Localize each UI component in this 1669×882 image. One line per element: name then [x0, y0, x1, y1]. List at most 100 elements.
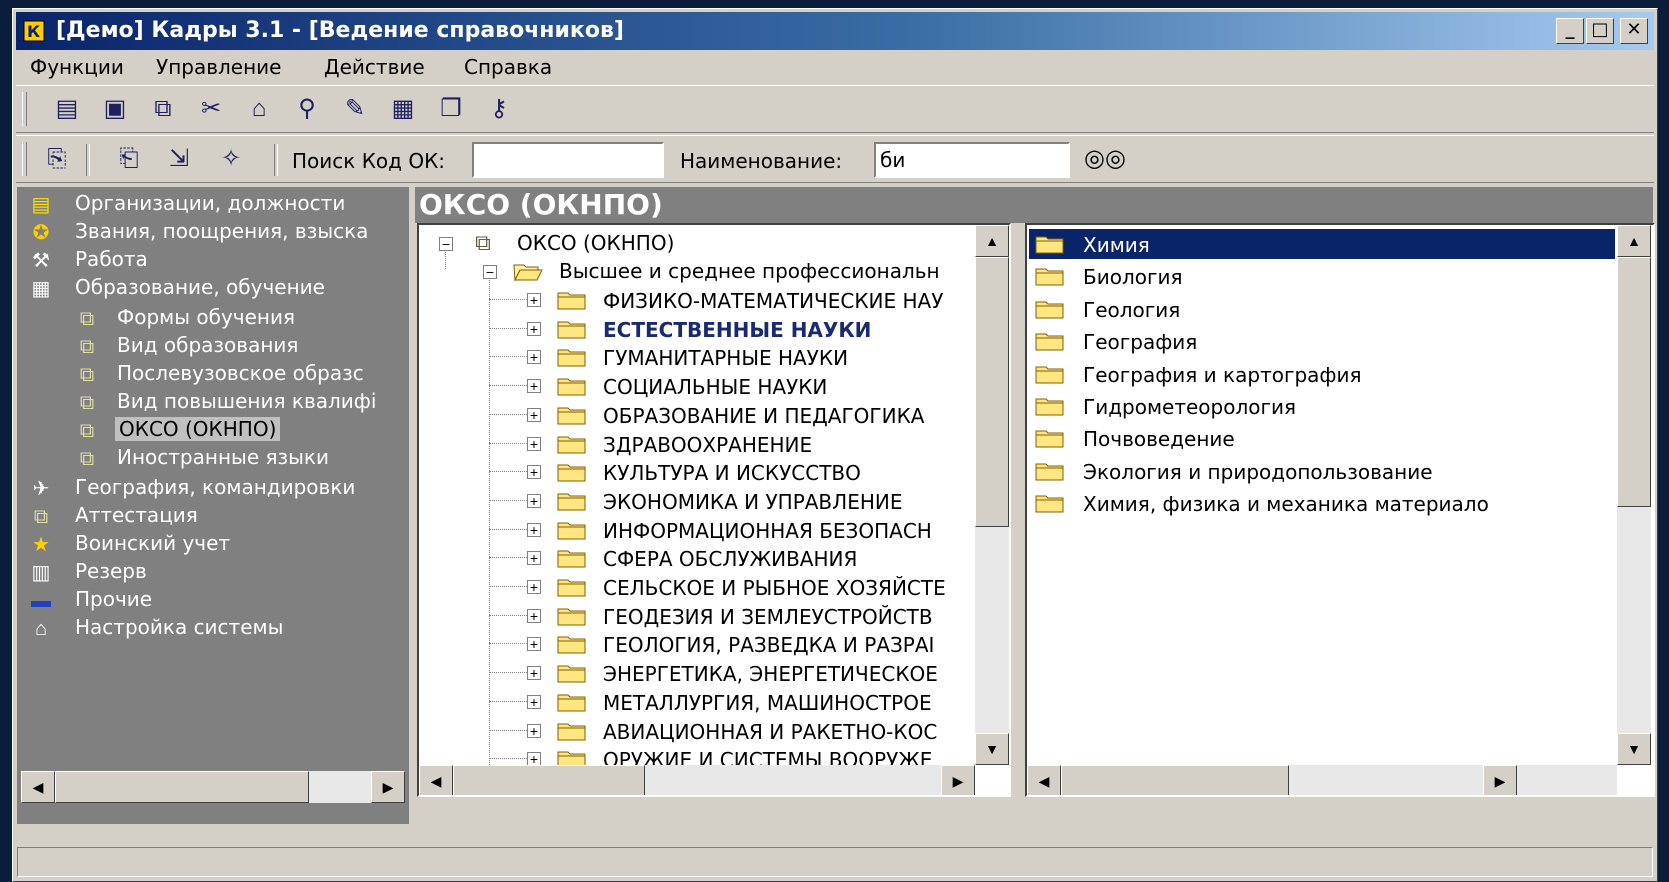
- list-vscrollbar[interactable]: ▲ ▼: [1617, 225, 1651, 765]
- tree-item[interactable]: ГЕОЛОГИЯ, РАЗВЕДКА И РАЗРАІ: [603, 633, 934, 657]
- minimize-button[interactable]: _: [1556, 18, 1584, 44]
- list-item[interactable]: География и картография: [1029, 359, 1615, 389]
- expand-toggle[interactable]: +: [527, 436, 541, 451]
- scroll-down-button[interactable]: ▼: [975, 733, 1009, 765]
- tree-item[interactable]: ГУМАНИТАРНЫЕ НАУКИ: [603, 346, 848, 370]
- tree-root[interactable]: ОКСО (ОКНПО): [517, 231, 674, 255]
- tree-item[interactable]: ЕСТЕСТВЕННЫЕ НАУКИ: [603, 318, 871, 342]
- menu-functions[interactable]: Функции: [30, 55, 124, 79]
- nav-item-work[interactable]: Работа: [75, 247, 148, 271]
- scroll-down-button[interactable]: ▼: [1617, 733, 1651, 765]
- nav-hscrollbar[interactable]: ◀ ▶: [21, 771, 405, 803]
- nav-item-education[interactable]: Образование, обучение: [75, 275, 325, 299]
- import-icon[interactable]: ⇲: [164, 144, 194, 174]
- scroll-left-button[interactable]: ◀: [419, 765, 453, 795]
- nav-item-postgrad[interactable]: Послевузовское образс: [117, 361, 364, 385]
- maximize-button[interactable]: □: [1586, 18, 1614, 44]
- list-item[interactable]: География: [1029, 326, 1615, 356]
- nav-item-okso[interactable]: ОКСО (ОКНПО): [115, 417, 281, 441]
- wand-icon[interactable]: ✧: [216, 144, 246, 174]
- list-icon[interactable]: ▤: [52, 94, 82, 124]
- list-item[interactable]: Гидрометеорология: [1029, 391, 1615, 421]
- list-item[interactable]: Геология: [1029, 294, 1615, 324]
- expand-toggle[interactable]: +: [527, 293, 541, 307]
- scroll-up-button[interactable]: ▲: [975, 225, 1009, 257]
- toolbar-grip-2[interactable]: [22, 142, 27, 176]
- menu-help[interactable]: Справка: [464, 55, 552, 79]
- tree-item[interactable]: МЕТАЛЛУРГИЯ, МАШИНОСТРОЕ: [603, 691, 932, 715]
- list-item[interactable]: Экология и природопользование: [1029, 456, 1615, 486]
- list-hscrollbar[interactable]: ◀ ▶: [1027, 765, 1617, 795]
- expand-toggle[interactable]: +: [527, 379, 541, 394]
- tree-item[interactable]: ЭКОНОМИКА И УПРАВЛЕНИЕ: [603, 490, 902, 514]
- nav-item-languages[interactable]: Иностранные языки: [117, 445, 329, 469]
- search-icon[interactable]: ⚲: [292, 94, 322, 124]
- list-item[interactable]: Химия: [1029, 229, 1615, 259]
- search-code-input[interactable]: [472, 142, 664, 178]
- nav-item-reserve[interactable]: Резерв: [75, 559, 147, 583]
- scroll-thumb[interactable]: [1061, 765, 1289, 795]
- close-button[interactable]: ✕: [1620, 18, 1648, 44]
- nav-item-study-forms[interactable]: Формы обучения: [117, 305, 295, 329]
- book-icon[interactable]: ❐: [436, 94, 466, 124]
- list-item[interactable]: Почвоведение: [1029, 423, 1615, 453]
- tools-icon[interactable]: ✂: [196, 94, 226, 124]
- tree-item[interactable]: КУЛЬТУРА И ИСКУССТВО: [603, 461, 861, 485]
- tree-level1[interactable]: Высшее и среднее профессиональн: [559, 259, 940, 283]
- expand-toggle[interactable]: +: [527, 465, 541, 480]
- scroll-right-button[interactable]: ▶: [1483, 765, 1517, 795]
- title-bar[interactable]: К [Демо] Кадры 3.1 - [Ведение справочник…: [16, 12, 1654, 50]
- scroll-left-button[interactable]: ◀: [1027, 765, 1061, 795]
- keys-icon[interactable]: ⚷: [484, 94, 514, 124]
- scroll-left-button[interactable]: ◀: [21, 771, 55, 803]
- tree-item[interactable]: ОБРАЗОВАНИЕ И ПЕДАГОГИКА: [603, 404, 924, 428]
- expand-toggle[interactable]: +: [527, 637, 541, 652]
- scroll-right-button[interactable]: ▶: [941, 765, 975, 795]
- scroll-thumb[interactable]: [1617, 257, 1651, 507]
- expand-toggle[interactable]: +: [527, 723, 541, 738]
- toolbar-grip[interactable]: [22, 92, 27, 126]
- nav-item-military[interactable]: Воинский учет: [75, 531, 230, 555]
- tree-item[interactable]: СЕЛЬСКОЕ И РЫБНОЕ ХОЗЯЙСТЕ: [603, 576, 946, 600]
- expand-toggle[interactable]: +: [527, 551, 541, 566]
- tree-item[interactable]: ИНФОРМАЦИОННАЯ БЕЗОПАСН: [603, 519, 932, 543]
- briefcase-icon[interactable]: ⌂: [244, 94, 274, 124]
- expand-toggle[interactable]: +: [527, 493, 541, 508]
- tree-vscrollbar[interactable]: ▲ ▼: [975, 225, 1009, 765]
- expand-toggle[interactable]: +: [527, 608, 541, 623]
- tree-item[interactable]: СФЕРА ОБСЛУЖИВАНИЯ: [603, 547, 857, 571]
- nav-item-other[interactable]: Прочие: [75, 587, 152, 611]
- binoculars-icon[interactable]: ◎◎: [1084, 144, 1126, 174]
- scroll-up-button[interactable]: ▲: [1617, 225, 1651, 257]
- scroll-thumb[interactable]: [55, 771, 309, 803]
- expand-toggle[interactable]: +: [527, 580, 541, 594]
- expand-toggle[interactable]: +: [527, 666, 541, 681]
- scroll-right-button[interactable]: ▶: [371, 771, 405, 803]
- table-icon[interactable]: ▦: [388, 94, 418, 124]
- nav-item-attestation[interactable]: Аттестация: [75, 503, 198, 527]
- nav-item-ranks[interactable]: Звания, поощрения, взыска: [75, 219, 368, 243]
- edit-icon[interactable]: ✎: [340, 94, 370, 124]
- collapse-toggle[interactable]: −: [483, 265, 497, 279]
- tree-item[interactable]: ГЕОДЕЗИЯ И ЗЕМЛЕУСТРОЙСТВ: [603, 605, 933, 629]
- preview-icon[interactable]: ⎘: [42, 144, 72, 174]
- expand-toggle[interactable]: +: [527, 407, 541, 422]
- card-icon[interactable]: ▣: [100, 94, 130, 124]
- tree-item[interactable]: АВИАЦИОННАЯ И РАКЕТНО-КОС: [603, 720, 937, 744]
- tree-item[interactable]: ЗДРАВООХРАНЕНИЕ: [603, 433, 812, 457]
- list-item[interactable]: Биология: [1029, 261, 1615, 291]
- expand-toggle[interactable]: +: [527, 522, 541, 537]
- tree-hscrollbar[interactable]: ◀ ▶: [419, 765, 975, 795]
- collapse-toggle[interactable]: −: [439, 237, 453, 251]
- nav-item-org[interactable]: Организации, должности: [75, 191, 345, 215]
- nav-item-education-type[interactable]: Вид образования: [117, 333, 298, 357]
- scroll-thumb[interactable]: [975, 257, 1009, 527]
- copy-icon[interactable]: ⎗: [114, 144, 144, 174]
- nav-item-qualification[interactable]: Вид повышения квалифі: [117, 389, 376, 413]
- nav-item-geography[interactable]: География, командировки: [75, 475, 355, 499]
- search-name-input[interactable]: би: [874, 142, 1070, 178]
- nav-item-settings[interactable]: Настройка системы: [75, 615, 283, 639]
- documents-icon[interactable]: ⧉: [148, 94, 178, 124]
- expand-toggle[interactable]: +: [527, 350, 541, 365]
- menu-action[interactable]: Действие: [324, 55, 425, 79]
